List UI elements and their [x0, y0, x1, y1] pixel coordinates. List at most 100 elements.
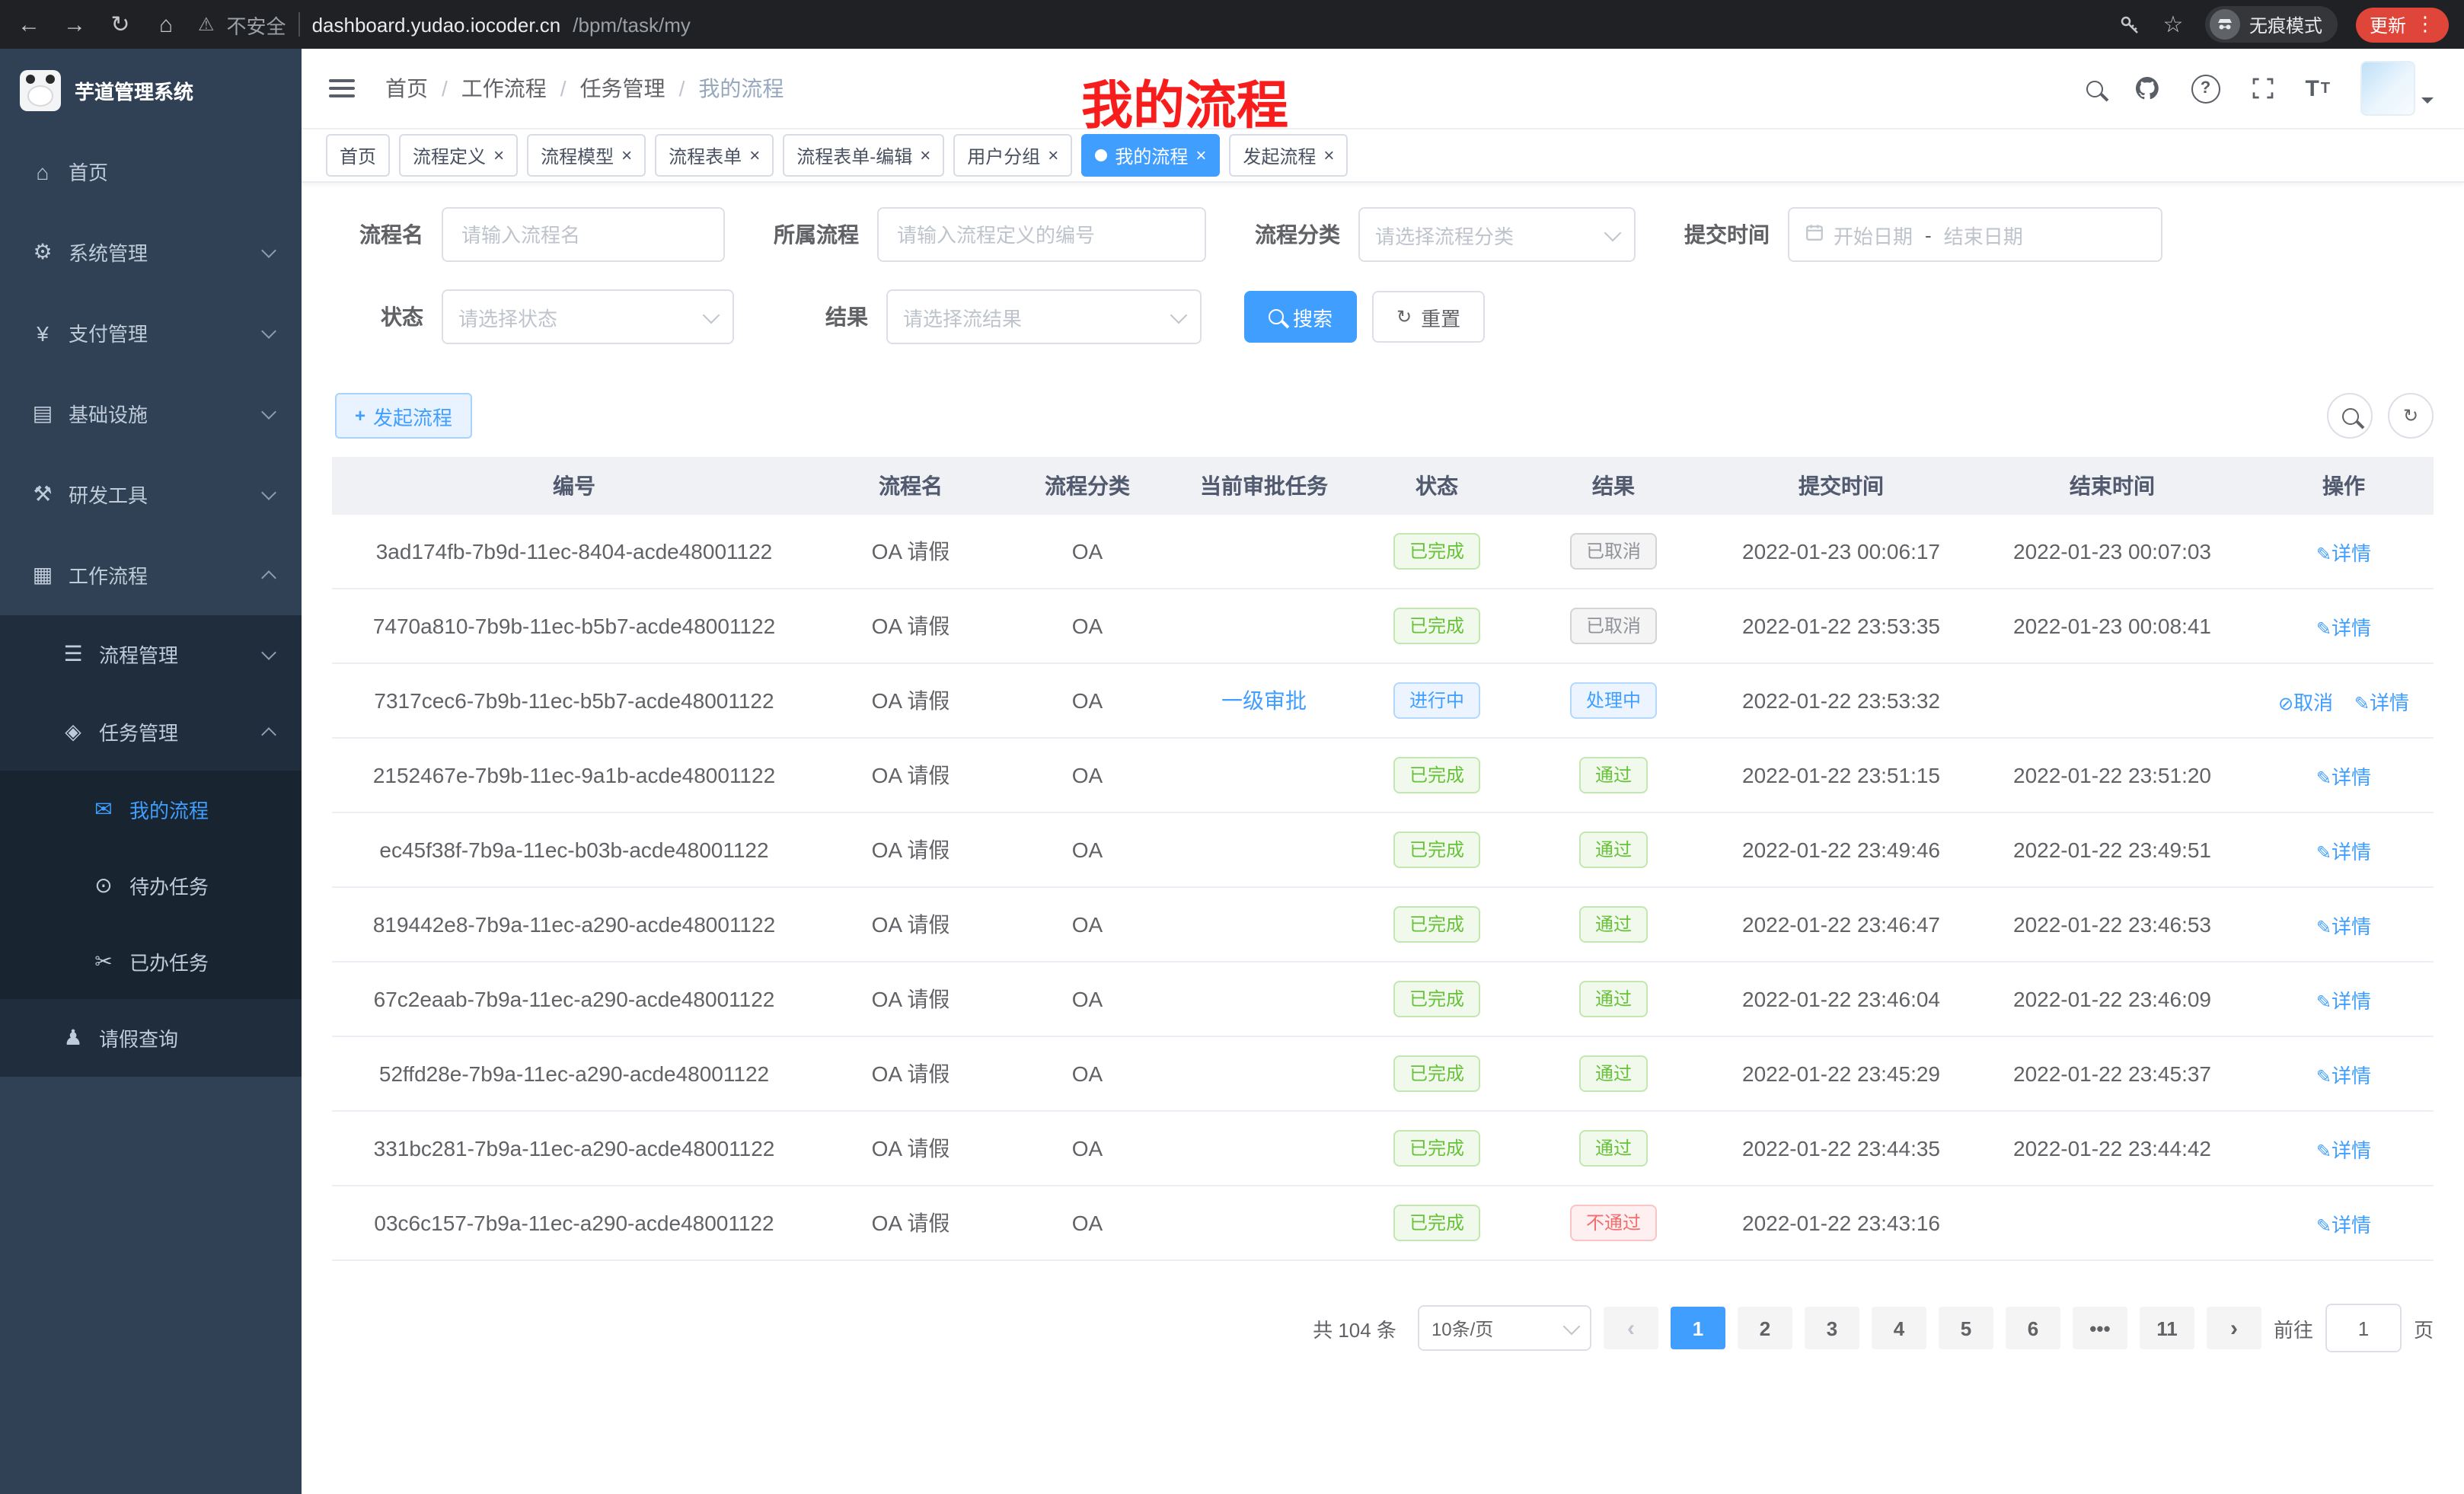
- page-button[interactable]: 5: [1939, 1307, 1993, 1349]
- sidebar-item[interactable]: ✂ 已办任务: [0, 923, 302, 999]
- key-icon[interactable]: [2118, 13, 2141, 36]
- sidebar-item[interactable]: ⊙ 待办任务: [0, 847, 302, 923]
- process-manage-icon: ☰: [61, 641, 85, 667]
- incognito-profile-chip[interactable]: 无痕模式: [2205, 6, 2338, 43]
- sidebar-item[interactable]: ♟ 请假查询: [0, 999, 302, 1077]
- detail-link[interactable]: 详情: [2316, 765, 2371, 788]
- status-select[interactable]: 请选择状态: [442, 289, 734, 344]
- close-icon[interactable]: [749, 146, 760, 164]
- detail-link[interactable]: 详情: [2316, 541, 2371, 564]
- search-button[interactable]: 搜索: [1244, 291, 1357, 343]
- sidebar-item[interactable]: ▤ 基础设施: [0, 373, 302, 454]
- refresh-table-button[interactable]: [2388, 393, 2434, 439]
- sidebar-item[interactable]: ⚒ 研发工具: [0, 454, 302, 535]
- reload-icon[interactable]: ↻: [107, 11, 134, 38]
- breadcrumb-item[interactable]: 首页: [385, 73, 461, 104]
- jump-suffix: 页: [2414, 1314, 2434, 1342]
- tab[interactable]: 流程定义: [399, 134, 518, 177]
- sidebar-item-label: 系统管理: [69, 238, 148, 267]
- status-badge: 已完成: [1394, 1130, 1479, 1167]
- page-button[interactable]: 2: [1738, 1307, 1792, 1349]
- page-button[interactable]: •••: [2073, 1307, 2127, 1349]
- browser-menu-icon[interactable]: ⋮: [2415, 12, 2435, 37]
- status-label: 状态: [335, 302, 423, 332]
- close-icon[interactable]: [621, 146, 632, 164]
- tab[interactable]: 流程表单-编辑: [783, 134, 944, 177]
- page-size-select[interactable]: 10条/页: [1418, 1305, 1591, 1351]
- page-button[interactable]: 4: [1872, 1307, 1926, 1349]
- sidebar-item[interactable]: ✉ 我的流程: [0, 771, 302, 847]
- detail-link[interactable]: 详情: [2316, 915, 2371, 937]
- detail-icon: [2316, 1215, 2332, 1236]
- tab[interactable]: 我的流程: [1081, 134, 1220, 177]
- close-icon[interactable]: [920, 146, 930, 164]
- page-button[interactable]: 6: [2006, 1307, 2060, 1349]
- close-icon[interactable]: [1195, 146, 1206, 164]
- breadcrumb-item[interactable]: 工作流程: [461, 73, 580, 104]
- detail-link[interactable]: 详情: [2354, 691, 2409, 713]
- breadcrumb-item[interactable]: 我的流程: [698, 73, 784, 104]
- page-button[interactable]: 1: [1671, 1307, 1725, 1349]
- user-menu[interactable]: [2360, 61, 2434, 116]
- sidebar-item[interactable]: ¥ 支付管理: [0, 292, 302, 373]
- process-table: 编号流程名流程分类当前审批任务状态结果提交时间结束时间操作 3ad174fb-7…: [332, 457, 2434, 1261]
- address-bar[interactable]: ⚠ 不安全 dashboard.yudao.iocoder.cn/bpm/tas…: [198, 10, 2100, 39]
- reset-button[interactable]: 重置: [1372, 291, 1485, 343]
- help-icon[interactable]: [2191, 74, 2220, 103]
- jump-page-input[interactable]: [2325, 1304, 2402, 1352]
- close-icon[interactable]: [1048, 146, 1058, 164]
- detail-link[interactable]: 详情: [2316, 1138, 2371, 1161]
- table-row: 2152467e-7b9b-11ec-9a1b-acde48001122 OA …: [332, 738, 2434, 812]
- sidebar-item[interactable]: ☰ 流程管理: [0, 615, 302, 693]
- detail-link[interactable]: 详情: [2316, 1064, 2371, 1087]
- pager: 123456 ••• 11: [1671, 1307, 2194, 1349]
- tab[interactable]: 发起流程: [1229, 134, 1348, 177]
- current-task-link[interactable]: 一级审批: [1221, 688, 1307, 713]
- tab[interactable]: 首页: [326, 134, 390, 177]
- cell-end-time: 2022-01-22 23:45:37: [1971, 1036, 2254, 1111]
- payment-icon: ¥: [30, 321, 55, 345]
- tab[interactable]: 用户分组: [953, 134, 1072, 177]
- github-icon[interactable]: [2133, 75, 2160, 102]
- tab-label: 发起流程: [1243, 142, 1316, 168]
- parent-process-input[interactable]: [877, 207, 1206, 262]
- detail-link[interactable]: 详情: [2316, 989, 2371, 1012]
- home-icon[interactable]: ⌂: [152, 11, 180, 37]
- search-icon[interactable]: [2086, 80, 2102, 97]
- back-icon[interactable]: ←: [15, 11, 43, 37]
- detail-link[interactable]: 详情: [2316, 840, 2371, 863]
- submit-time-range-picker[interactable]: 开始日期 - 结束日期: [1788, 207, 2162, 262]
- incognito-icon: [2210, 9, 2240, 40]
- breadcrumb-item[interactable]: 任务管理: [580, 73, 699, 104]
- tab[interactable]: 流程表单: [655, 134, 774, 177]
- update-button[interactable]: 更新 ⋮: [2356, 7, 2449, 42]
- sidebar-item[interactable]: ⚙ 系统管理: [0, 212, 302, 292]
- next-page-button[interactable]: [2207, 1307, 2261, 1349]
- prev-page-button[interactable]: [1604, 1307, 1658, 1349]
- result-select[interactable]: 请选择流结果: [886, 289, 1202, 344]
- fullscreen-icon[interactable]: [2250, 76, 2274, 101]
- status-badge: 已完成: [1394, 981, 1479, 1017]
- font-size-icon[interactable]: TT: [2305, 75, 2330, 101]
- divider: [298, 12, 300, 37]
- category-select[interactable]: 请选择流程分类: [1358, 207, 1636, 262]
- caret-down-icon: [2421, 97, 2434, 110]
- cancel-link[interactable]: 取消: [2278, 691, 2333, 713]
- bookmark-star-icon[interactable]: ☆: [2159, 11, 2187, 38]
- detail-link[interactable]: 详情: [2316, 616, 2371, 639]
- detail-link[interactable]: 详情: [2316, 1213, 2371, 1236]
- close-icon[interactable]: [1323, 146, 1334, 164]
- sidebar-item[interactable]: ◈ 任务管理: [0, 693, 302, 771]
- close-icon[interactable]: [493, 146, 504, 164]
- process-name-input[interactable]: [442, 207, 725, 262]
- toggle-search-button[interactable]: [2327, 393, 2373, 439]
- collapse-sidebar-icon[interactable]: [326, 69, 358, 108]
- page-button[interactable]: 3: [1805, 1307, 1859, 1349]
- start-process-button[interactable]: 发起流程: [335, 393, 472, 439]
- page-button[interactable]: 11: [2140, 1307, 2194, 1349]
- sidebar-item[interactable]: ▦ 工作流程: [0, 535, 302, 615]
- app-logo[interactable]: 芋道管理系统: [0, 49, 302, 131]
- sidebar-item[interactable]: ⌂ 首页: [0, 131, 302, 212]
- tab[interactable]: 流程模型: [527, 134, 646, 177]
- forward-icon[interactable]: →: [61, 11, 88, 37]
